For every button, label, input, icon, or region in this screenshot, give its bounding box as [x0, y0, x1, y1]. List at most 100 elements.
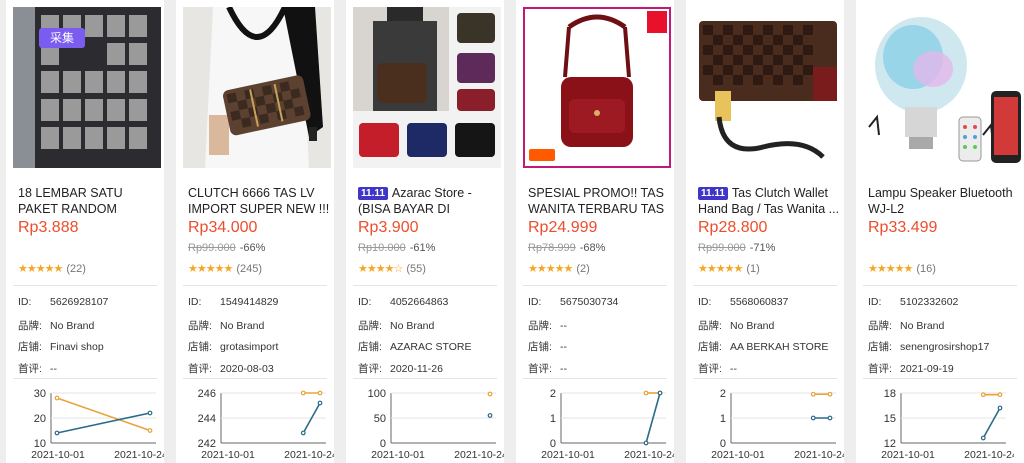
- original-price: Rp99.000 -66%: [188, 242, 266, 254]
- x-tick-label: 2021-10-24: [624, 449, 674, 461]
- product-card[interactable]: CLUTCH 6666 TAS LV IMPORT SUPER NEW !!! …: [176, 0, 334, 463]
- rating: ★★★★★ (245): [188, 262, 262, 275]
- y-tick-label: 1: [550, 413, 556, 425]
- info-store: 店铺: grotasimport: [188, 341, 279, 353]
- product-card[interactable]: SPESIAL PROMO!! TAS WANITA TERBARU TAS .…: [516, 0, 674, 463]
- discount-label: -61%: [409, 242, 436, 254]
- data-point: [643, 440, 649, 446]
- info-id: ID: 5626928107: [18, 296, 109, 308]
- divider: [693, 378, 837, 379]
- data-point: [317, 400, 323, 406]
- product-image[interactable]: [523, 7, 671, 168]
- collect-badge[interactable]: 采集: [39, 28, 85, 48]
- rating-count: (22): [66, 263, 86, 275]
- price-trend-chart: 3020102021-10-01 2021-10-24: [31, 388, 164, 461]
- x-tick-label: 2021-10-24: [114, 449, 164, 461]
- product-card[interactable]: Lampu Speaker Bluetooth WJ-L2 Rp33.499 ★…: [856, 0, 1024, 463]
- price-trend-chart: 2462442422021-10-01 2021-10-24: [198, 388, 334, 461]
- x-tick-label: 2021-10-01: [711, 449, 765, 461]
- y-tick-label: 2: [550, 388, 556, 400]
- y-tick-label: 100: [368, 388, 386, 400]
- star-rating-icon: ★★★★★: [188, 263, 233, 275]
- product-title[interactable]: 11.11 Tas Clutch Wallet Hand Bag / Tas Wa…: [698, 185, 840, 219]
- rating: ★★★★★ (2): [528, 262, 590, 275]
- y-tick-label: 1: [720, 413, 726, 425]
- product-title[interactable]: Lampu Speaker Bluetooth WJ-L2: [868, 185, 1020, 219]
- divider: [13, 378, 157, 379]
- divider: [353, 285, 497, 286]
- x-tick-label: 2021-10-24: [454, 449, 504, 461]
- x-tick-label: 2021-10-24: [964, 449, 1014, 461]
- divider: [523, 378, 667, 379]
- data-point: [997, 392, 1003, 398]
- series-line: [56, 412, 151, 434]
- product-card[interactable]: 11.11Azarac Store - (BISA BAYAR DI TEMPA…: [346, 0, 504, 463]
- data-point: [487, 391, 493, 397]
- product-title[interactable]: SPESIAL PROMO!! TAS WANITA TERBARU TAS .…: [528, 185, 670, 219]
- original-price: Rp10.000 -61%: [358, 242, 436, 254]
- star-rating-icon: ★★★★★: [698, 263, 743, 275]
- y-tick-label: 50: [374, 413, 386, 425]
- product-price: Rp3.888: [18, 219, 79, 236]
- info-brand: 品牌: No Brand: [868, 320, 945, 332]
- data-point: [300, 390, 306, 396]
- price-trend-chart: 2102021-10-01 2021-10-24: [711, 388, 844, 461]
- x-tick-label: 2021-10-01: [31, 449, 85, 461]
- data-point: [147, 428, 153, 433]
- info-brand: 品牌: No Brand: [188, 320, 265, 332]
- product-card[interactable]: 采集 18 LEMBAR SATU PAKET RANDOM HANYA HAR…: [6, 0, 164, 463]
- info-first-review: 首评: 2020-11-26: [358, 363, 443, 375]
- original-price: Rp78.999 -68%: [528, 242, 606, 254]
- rating: ★★★★★ (16): [868, 262, 936, 275]
- rating-count: (1): [746, 263, 760, 275]
- y-tick-label: 2: [720, 388, 726, 400]
- rating: ★★★★★ (1): [698, 262, 760, 275]
- data-point: [980, 435, 986, 441]
- divider: [13, 285, 157, 286]
- divider: [183, 378, 327, 379]
- product-card[interactable]: 11.11 Tas Clutch Wallet Hand Bag / Tas Wa…: [686, 0, 844, 463]
- info-first-review: 首评: --: [18, 363, 57, 375]
- series-line: [982, 407, 1001, 439]
- y-tick-label: 18: [884, 388, 896, 400]
- data-point: [810, 391, 816, 397]
- star-rating-icon: ★★★★☆: [358, 263, 403, 275]
- divider: [183, 285, 327, 286]
- product-photo: [523, 7, 671, 168]
- divider: [693, 285, 837, 286]
- info-first-review: 首评: 2020-08-03: [188, 363, 274, 375]
- x-tick-label: 2021-10-01: [881, 449, 935, 461]
- product-price: Rp34.000: [188, 219, 258, 236]
- rating: ★★★★☆ (55): [358, 262, 426, 275]
- info-store: 店铺: --: [528, 341, 567, 353]
- product-photo: [353, 7, 501, 168]
- data-point: [147, 410, 153, 416]
- discount-label: -68%: [579, 242, 606, 254]
- promo-1111-badge: 11.11: [358, 187, 388, 200]
- product-title[interactable]: 11.11Azarac Store - (BISA BAYAR DI TEMPA…: [358, 185, 500, 219]
- info-brand: 品牌: No Brand: [18, 320, 95, 332]
- info-store: 店铺: Finavi shop: [18, 341, 104, 353]
- product-title[interactable]: 18 LEMBAR SATU PAKET RANDOM HANYA HARI I…: [18, 185, 160, 219]
- divider: [523, 285, 667, 286]
- info-id: ID: 5675030734: [528, 296, 619, 308]
- info-first-review: 首评: 2021-09-19: [868, 363, 954, 375]
- product-price: Rp3.900: [358, 219, 419, 236]
- product-image[interactable]: [863, 7, 1024, 168]
- product-image[interactable]: [353, 7, 501, 168]
- product-title[interactable]: CLUTCH 6666 TAS LV IMPORT SUPER NEW !!! …: [188, 185, 330, 219]
- product-image[interactable]: [183, 7, 331, 168]
- x-tick-label: 2021-10-01: [371, 449, 425, 461]
- product-image[interactable]: 采集: [13, 7, 161, 168]
- product-price: Rp28.800: [698, 219, 768, 236]
- price-trend-chart: 1815122021-10-01 2021-10-24: [881, 388, 1014, 461]
- divider: [863, 378, 1017, 379]
- price-trend-chart: 1005002021-10-01 2021-10-24: [368, 388, 504, 461]
- info-first-review: 首评: --: [698, 363, 737, 375]
- divider: [353, 378, 497, 379]
- product-image[interactable]: [693, 7, 841, 168]
- star-rating-icon: ★★★★★: [18, 263, 63, 275]
- y-tick-label: 30: [34, 388, 46, 400]
- original-price: Rp99.000 -71%: [698, 242, 776, 254]
- data-point: [810, 415, 816, 421]
